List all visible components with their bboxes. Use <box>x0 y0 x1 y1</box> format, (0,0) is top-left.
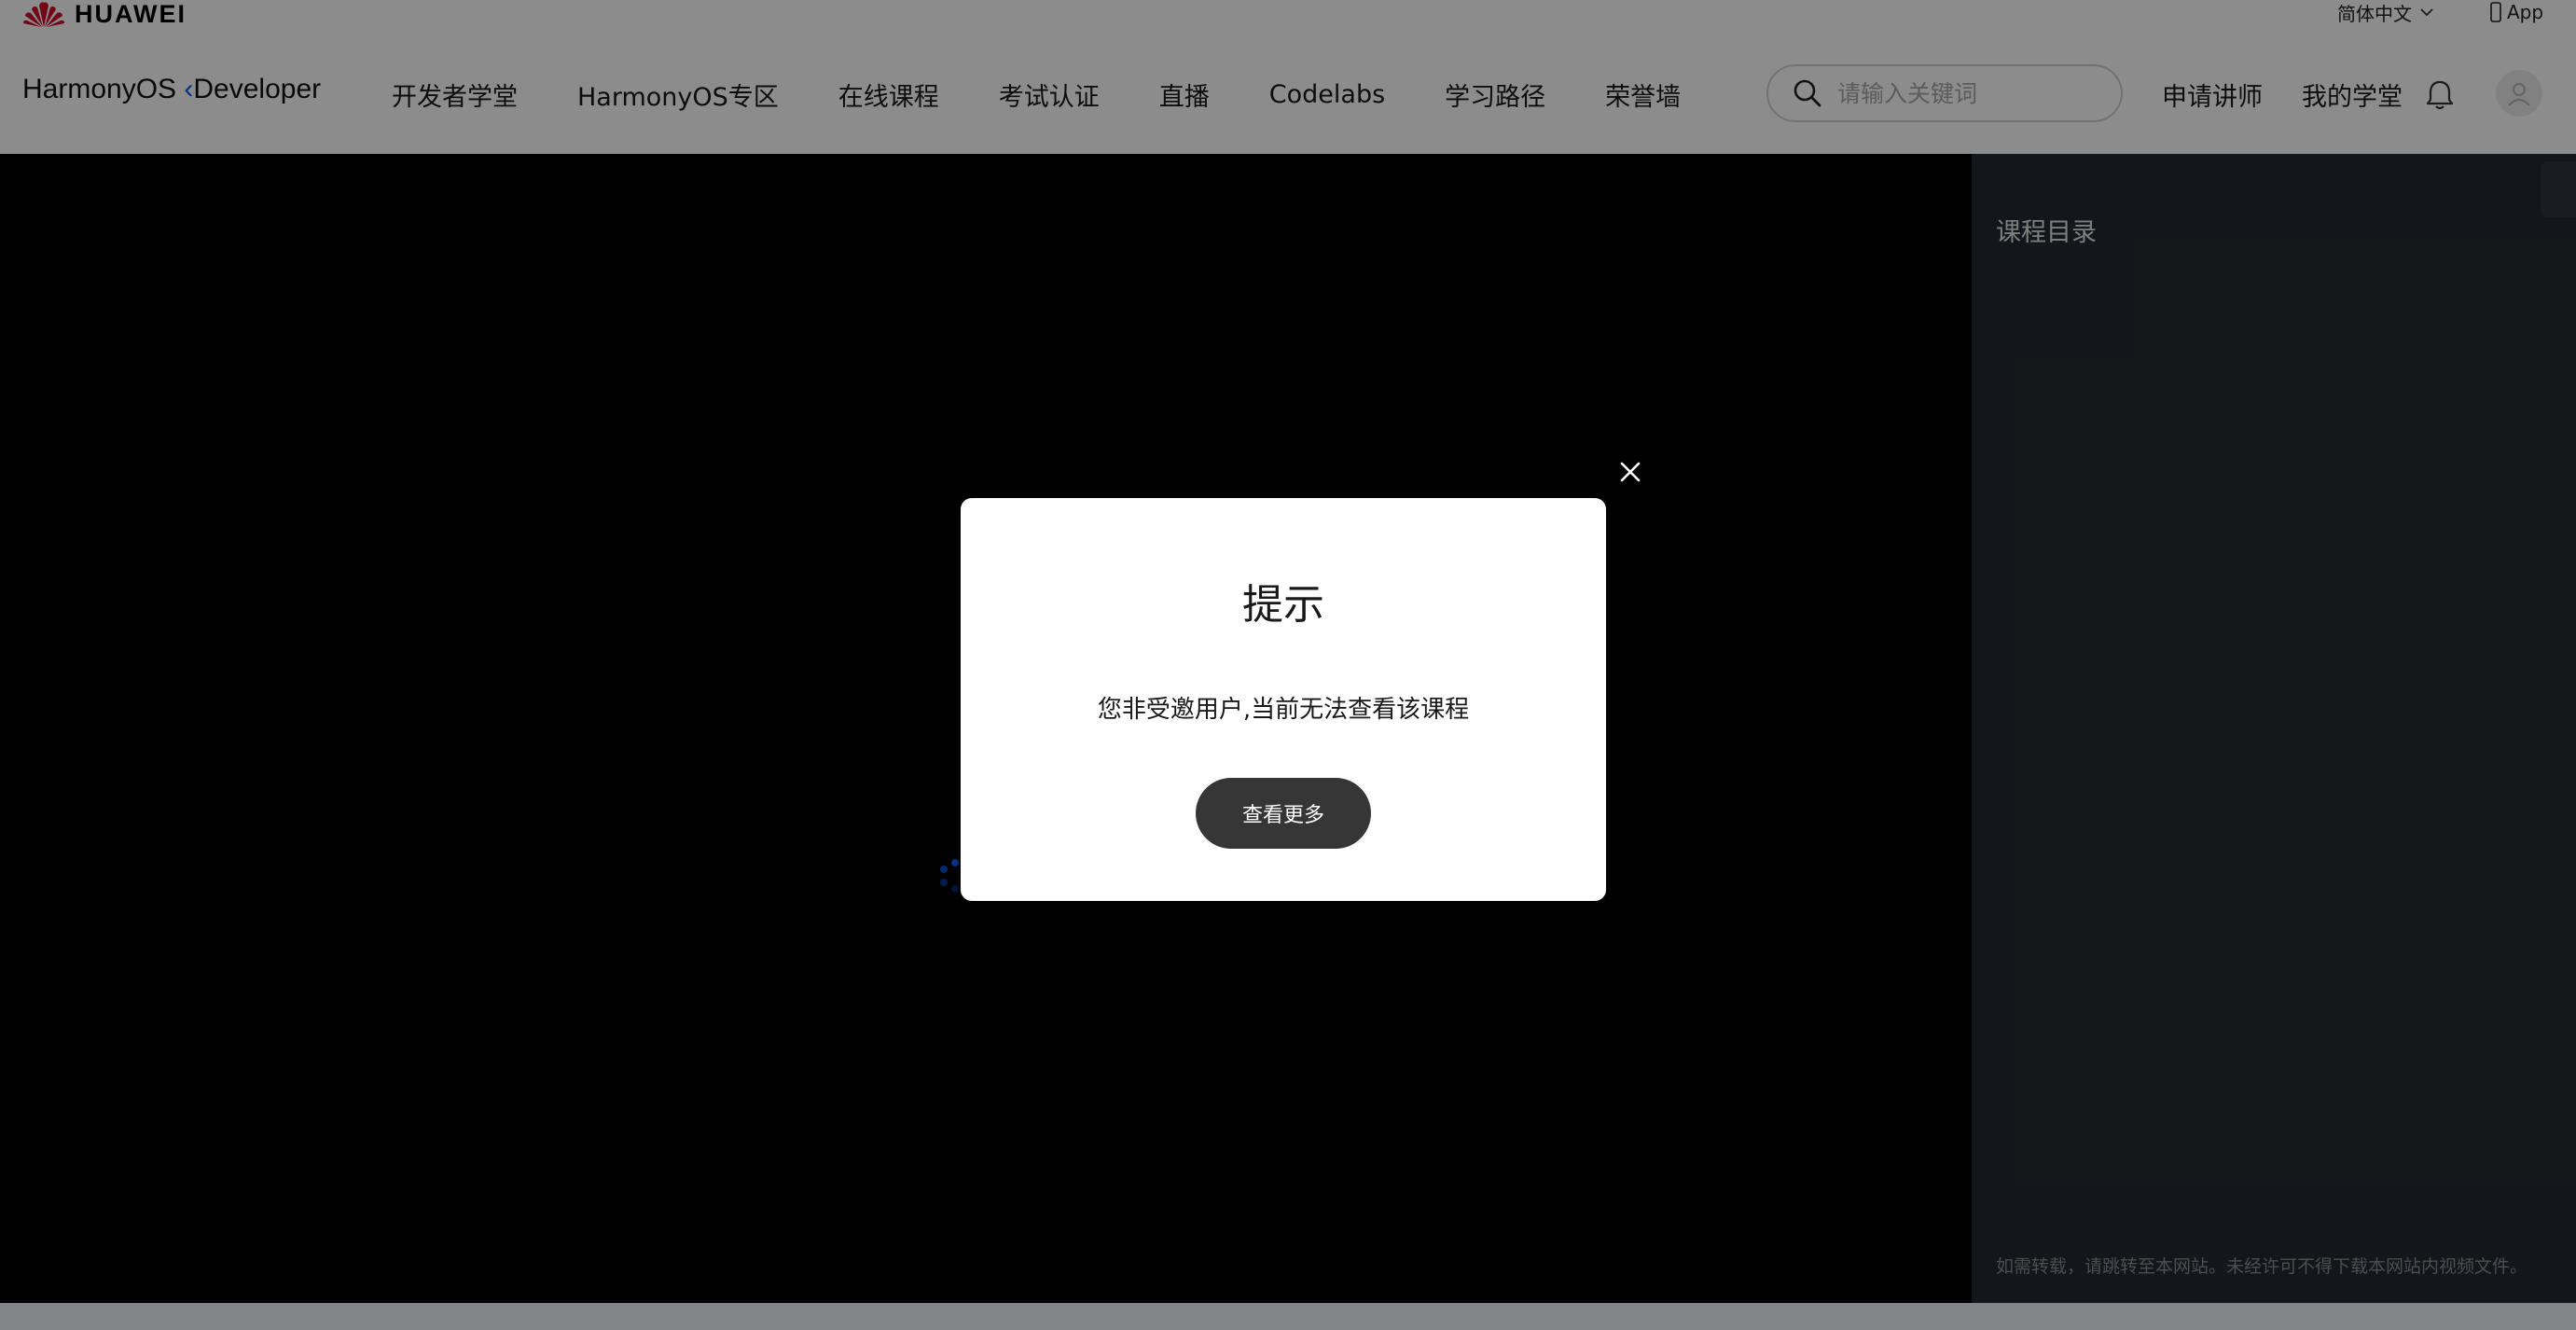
page: HUAWEI 简体中文 App HarmonyOS ‹Developer 开发者… <box>0 0 2576 1330</box>
dialog-title: 提示 <box>1242 581 1324 629</box>
view-more-button[interactable]: 查看更多 <box>1196 778 1371 849</box>
close-icon[interactable] <box>1613 455 1647 489</box>
dialog-message: 您非受邀用户,当前无法查看该课程 <box>1097 696 1470 724</box>
notice-dialog: 提示 您非受邀用户,当前无法查看该课程 查看更多 <box>961 498 1606 901</box>
